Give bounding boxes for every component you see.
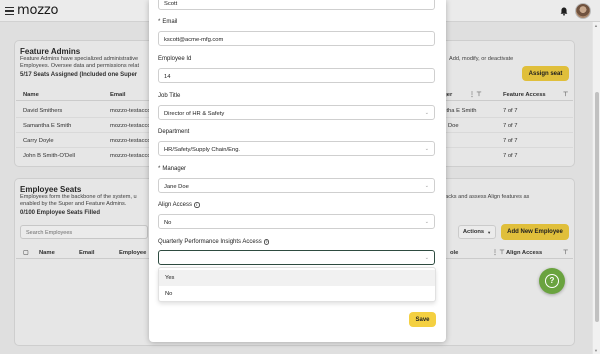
department-select[interactable]: HR/Safety/Supply Chain/Eng. ⌄: [158, 141, 435, 156]
chevron-down-icon: ⌄: [424, 219, 429, 225]
info-icon[interactable]: ?: [263, 239, 270, 245]
scroll-down-icon[interactable]: ▼: [594, 348, 598, 353]
align-access-select[interactable]: No ⌄: [158, 214, 435, 229]
job-title-value: Director of HR & Safety: [164, 110, 225, 117]
first-name-input[interactable]: Scott: [158, 0, 435, 10]
option-no[interactable]: No: [159, 286, 435, 302]
align-access-label: Align Access i: [158, 202, 200, 208]
employee-id-label: Employee Id: [158, 56, 192, 62]
align-access-value: No: [164, 219, 172, 226]
save-button[interactable]: Save: [409, 312, 436, 327]
chevron-down-icon: ⌄: [424, 110, 429, 116]
qpi-access-label: Quarterly Performance Insights Access?: [158, 239, 270, 245]
scroll-up-icon[interactable]: ▲: [594, 23, 598, 28]
qpi-access-dropdown: Yes No: [158, 267, 436, 302]
chevron-down-icon: ⌄: [424, 146, 429, 152]
job-title-label: Job Title: [158, 93, 181, 99]
page-scrollbar[interactable]: ▲ ▼: [592, 22, 600, 354]
scroll-thumb[interactable]: [595, 92, 599, 322]
department-label: Department: [158, 129, 190, 135]
manager-select[interactable]: Jane Doe ⌄: [158, 178, 435, 193]
manager-label: * Manager: [158, 166, 187, 172]
email-input[interactable]: kscott@acme-mfg.com: [158, 31, 435, 46]
help-button[interactable]: ?: [539, 268, 565, 294]
job-title-select[interactable]: Director of HR & Safety ⌄: [158, 105, 435, 120]
department-value: HR/Safety/Supply Chain/Eng.: [164, 146, 241, 153]
chevron-down-icon: ⌄: [424, 183, 429, 189]
employee-id-input[interactable]: 14: [158, 68, 435, 83]
email-label: * Email: [158, 19, 178, 25]
option-yes[interactable]: Yes: [159, 270, 435, 286]
info-icon[interactable]: i: [194, 202, 200, 208]
chevron-down-icon: ⌄: [424, 255, 429, 261]
question-icon: ?: [545, 274, 559, 288]
qpi-access-select[interactable]: ⌄: [158, 250, 435, 265]
manager-value: Jane Doe: [164, 183, 189, 190]
